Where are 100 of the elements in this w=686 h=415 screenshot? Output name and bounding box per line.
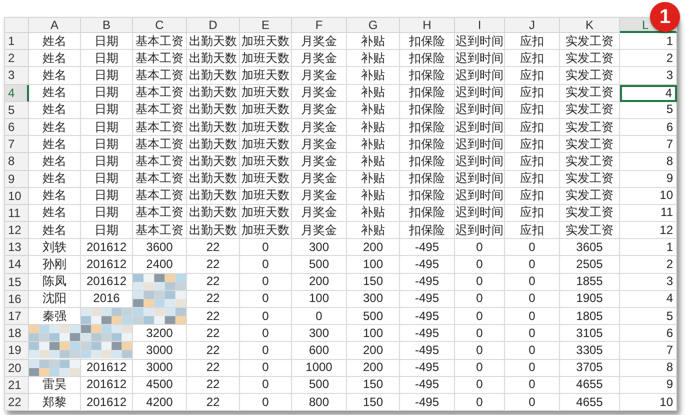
- row-header[interactable]: 11: [5, 204, 29, 222]
- cell-text: 迟到时间: [456, 85, 504, 100]
- cell-text: 月奖金: [301, 171, 337, 186]
- row-header[interactable]: 7: [5, 136, 29, 154]
- cell-text: 基本工资: [136, 34, 184, 49]
- cell-text: 1805: [576, 308, 603, 324]
- cell-text: 1855: [576, 274, 603, 290]
- cell-text: 600: [308, 342, 330, 358]
- cell-text: 加班天数: [242, 120, 290, 135]
- cell-text: 出勤天数: [189, 102, 237, 118]
- cell-text: 0: [262, 342, 269, 358]
- cell-text: 迟到时间: [456, 102, 504, 118]
- cell-text: 出勤天数: [189, 34, 237, 49]
- row-header[interactable]: 20: [5, 360, 29, 377]
- cell-text: 0: [262, 308, 269, 324]
- cell-text: 22: [206, 291, 220, 306]
- column-header[interactable]: E: [240, 18, 292, 33]
- cell-text: 基本工资: [136, 171, 184, 186]
- column-header[interactable]: H: [400, 18, 455, 33]
- row-header[interactable]: 18: [5, 325, 29, 342]
- column-header[interactable]: J: [505, 18, 560, 33]
- cell-text: 0: [528, 291, 536, 306]
- cell-text: 姓名: [42, 188, 66, 204]
- cell-text: 月奖金: [301, 50, 337, 66]
- column-header[interactable]: I: [455, 18, 505, 33]
- cell-text: 姓名: [42, 102, 66, 118]
- cell-text: 出勤天数: [189, 188, 237, 204]
- column-header[interactable]: D: [187, 18, 240, 33]
- column-header[interactable]: A: [29, 18, 81, 33]
- row-header[interactable]: 14: [5, 256, 29, 274]
- cell-text: 100: [362, 326, 384, 341]
- cell-text: 0: [476, 291, 483, 306]
- row-header[interactable]: 4: [5, 84, 29, 102]
- row-header[interactable]: 13: [5, 239, 29, 256]
- row-header[interactable]: 8: [5, 153, 29, 170]
- cell-text: -495: [414, 360, 440, 376]
- cell-text: 月奖金: [301, 205, 337, 220]
- cell-text: 迟到时间: [456, 188, 504, 204]
- cell-text: 实发工资: [566, 222, 614, 238]
- cell-text: 800: [308, 394, 330, 410]
- cell-text: 6: [666, 326, 673, 341]
- row-header[interactable]: 3: [5, 67, 29, 85]
- column-header[interactable]: F: [292, 18, 347, 33]
- cell-text: 雷昊: [42, 377, 66, 392]
- cell-text: 3305: [576, 342, 603, 358]
- cell-text: -495: [414, 257, 440, 272]
- cell-text: 10: [660, 188, 673, 204]
- cell-text: 4500: [146, 377, 173, 392]
- row-header[interactable]: 9: [5, 170, 29, 188]
- column-header[interactable]: G: [347, 18, 400, 33]
- cell-text: 补贴: [361, 85, 385, 100]
- column-header[interactable]: C: [133, 18, 187, 33]
- cell-text: 姓名: [42, 222, 66, 238]
- cell-text: 补贴: [361, 102, 385, 118]
- cell-text: 150: [362, 377, 384, 392]
- cell-text: 实发工资: [566, 85, 614, 100]
- row-header[interactable]: 6: [5, 118, 29, 136]
- cell-text: 应扣: [520, 171, 544, 186]
- row-header[interactable]: 19: [5, 342, 29, 360]
- cell-text: 姓名: [42, 154, 66, 169]
- cell-text: 月奖金: [301, 68, 337, 83]
- cell-text: 基本工资: [136, 68, 184, 83]
- cell-text: 1: [666, 240, 673, 255]
- pixelated-blur: [133, 274, 186, 290]
- cell-text: 0: [528, 394, 536, 410]
- cell-text: 出勤天数: [189, 171, 237, 186]
- cell-text: -495: [414, 326, 440, 341]
- cell-text: 扣保险: [409, 222, 445, 238]
- cell-text: 0: [528, 240, 536, 255]
- cell-text: 姓名: [42, 68, 66, 83]
- select-all-corner[interactable]: [5, 18, 29, 33]
- row-header[interactable]: 21: [5, 376, 29, 394]
- cell-text: 补贴: [361, 188, 385, 204]
- cell-text: 12: [660, 222, 673, 238]
- cell-text: 姓名: [42, 50, 66, 66]
- row-header[interactable]: 10: [5, 188, 29, 205]
- column-header[interactable]: B: [81, 18, 133, 33]
- column-header[interactable]: K: [560, 18, 620, 33]
- cell-text: 4200: [146, 394, 173, 410]
- cell-text: 0: [528, 326, 536, 341]
- cell-text: 11: [660, 205, 673, 220]
- cell-text: 实发工资: [566, 34, 614, 49]
- cell-text: 扣保险: [409, 50, 445, 66]
- cell-text: 201612: [86, 377, 127, 392]
- cell-text: 0: [528, 308, 536, 324]
- cell-text: 扣保险: [409, 102, 445, 118]
- cell-text: 迟到时间: [456, 136, 504, 152]
- cell-text: 加班天数: [242, 68, 290, 83]
- pixelated-blur: [29, 342, 80, 359]
- row-header[interactable]: 1: [5, 33, 29, 50]
- cell-text: 加班天数: [242, 102, 290, 118]
- row-header[interactable]: 22: [5, 394, 29, 412]
- row-header[interactable]: 5: [5, 102, 29, 119]
- row-header[interactable]: 17: [5, 308, 29, 326]
- cell-text: -495: [414, 274, 440, 290]
- row-header[interactable]: 2: [5, 50, 29, 68]
- row-header[interactable]: 15: [5, 274, 29, 291]
- row-header[interactable]: 16: [5, 290, 29, 308]
- cell-text: 5: [666, 102, 673, 118]
- row-header[interactable]: 12: [5, 222, 29, 240]
